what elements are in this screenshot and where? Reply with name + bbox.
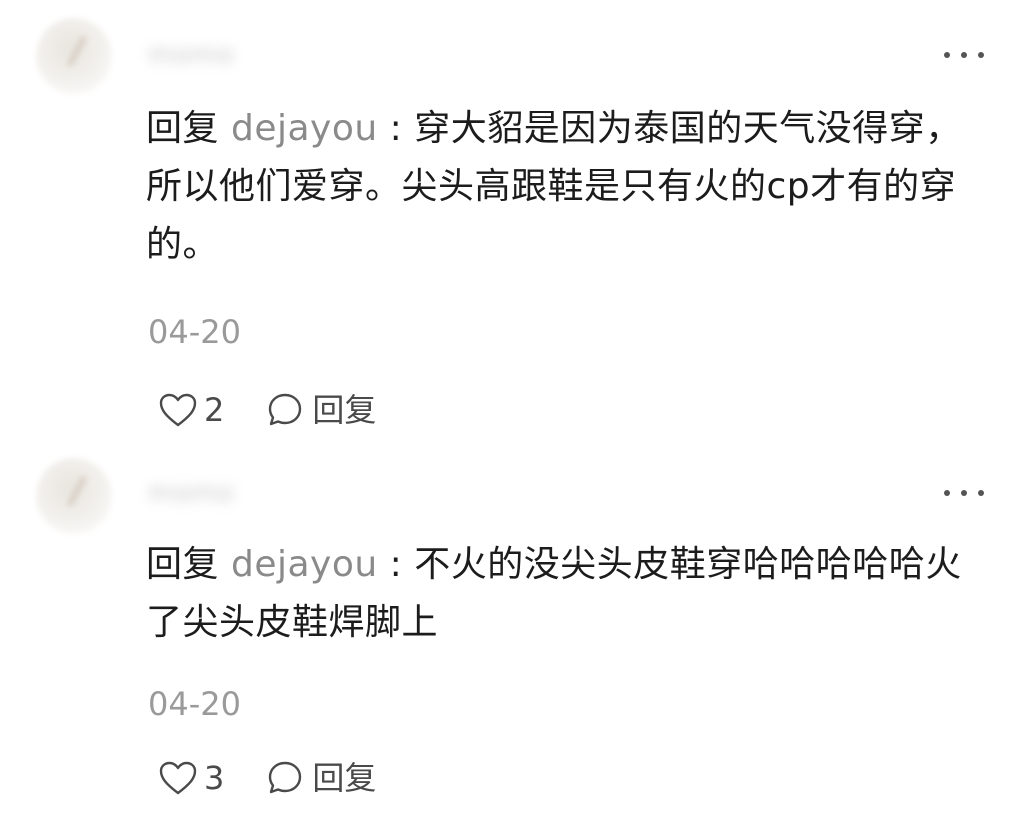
reply-separator: : <box>377 544 415 585</box>
like-count: 2 <box>204 391 225 429</box>
reply-label: 回复 <box>312 391 377 429</box>
more-options-icon[interactable] <box>944 50 984 60</box>
avatar[interactable] <box>36 458 112 534</box>
avatar[interactable] <box>36 18 112 94</box>
reply-to-user[interactable]: dejayou <box>231 108 378 149</box>
comment-date: 04-20 <box>148 685 241 723</box>
reply-prefix: 回复 <box>146 108 220 149</box>
more-options-icon[interactable] <box>944 488 984 498</box>
username[interactable]: momo <box>148 478 288 508</box>
comment-bubble-icon <box>269 393 302 426</box>
username[interactable]: momo <box>148 40 288 70</box>
reply-label: 回复 <box>312 759 377 797</box>
reply-button[interactable]: 回复 <box>266 758 376 798</box>
comment-date: 04-20 <box>148 313 241 351</box>
comment-actions: 3 回复 <box>158 756 376 800</box>
comment-text: 回复 dejayou : 不火的没尖头皮鞋穿哈哈哈哈哈火了尖头皮鞋焊脚上 <box>146 536 996 652</box>
like-button[interactable]: 3 <box>158 758 224 798</box>
reply-button[interactable]: 回复 <box>266 390 376 430</box>
like-count: 3 <box>204 759 225 797</box>
reply-to-user[interactable]: dejayou <box>231 544 378 585</box>
reply-prefix: 回复 <box>146 544 220 585</box>
reply-separator: : <box>377 108 415 149</box>
heart-icon <box>159 761 197 795</box>
like-button[interactable]: 2 <box>158 390 224 430</box>
heart-icon <box>159 393 197 427</box>
comment-text: 回复 dejayou : 穿大貂是因为泰国的天气没得穿，所以他们爱穿。尖头高跟鞋… <box>146 100 996 274</box>
comment-bubble-icon <box>269 761 302 794</box>
comment-actions: 2 回复 <box>158 388 376 432</box>
